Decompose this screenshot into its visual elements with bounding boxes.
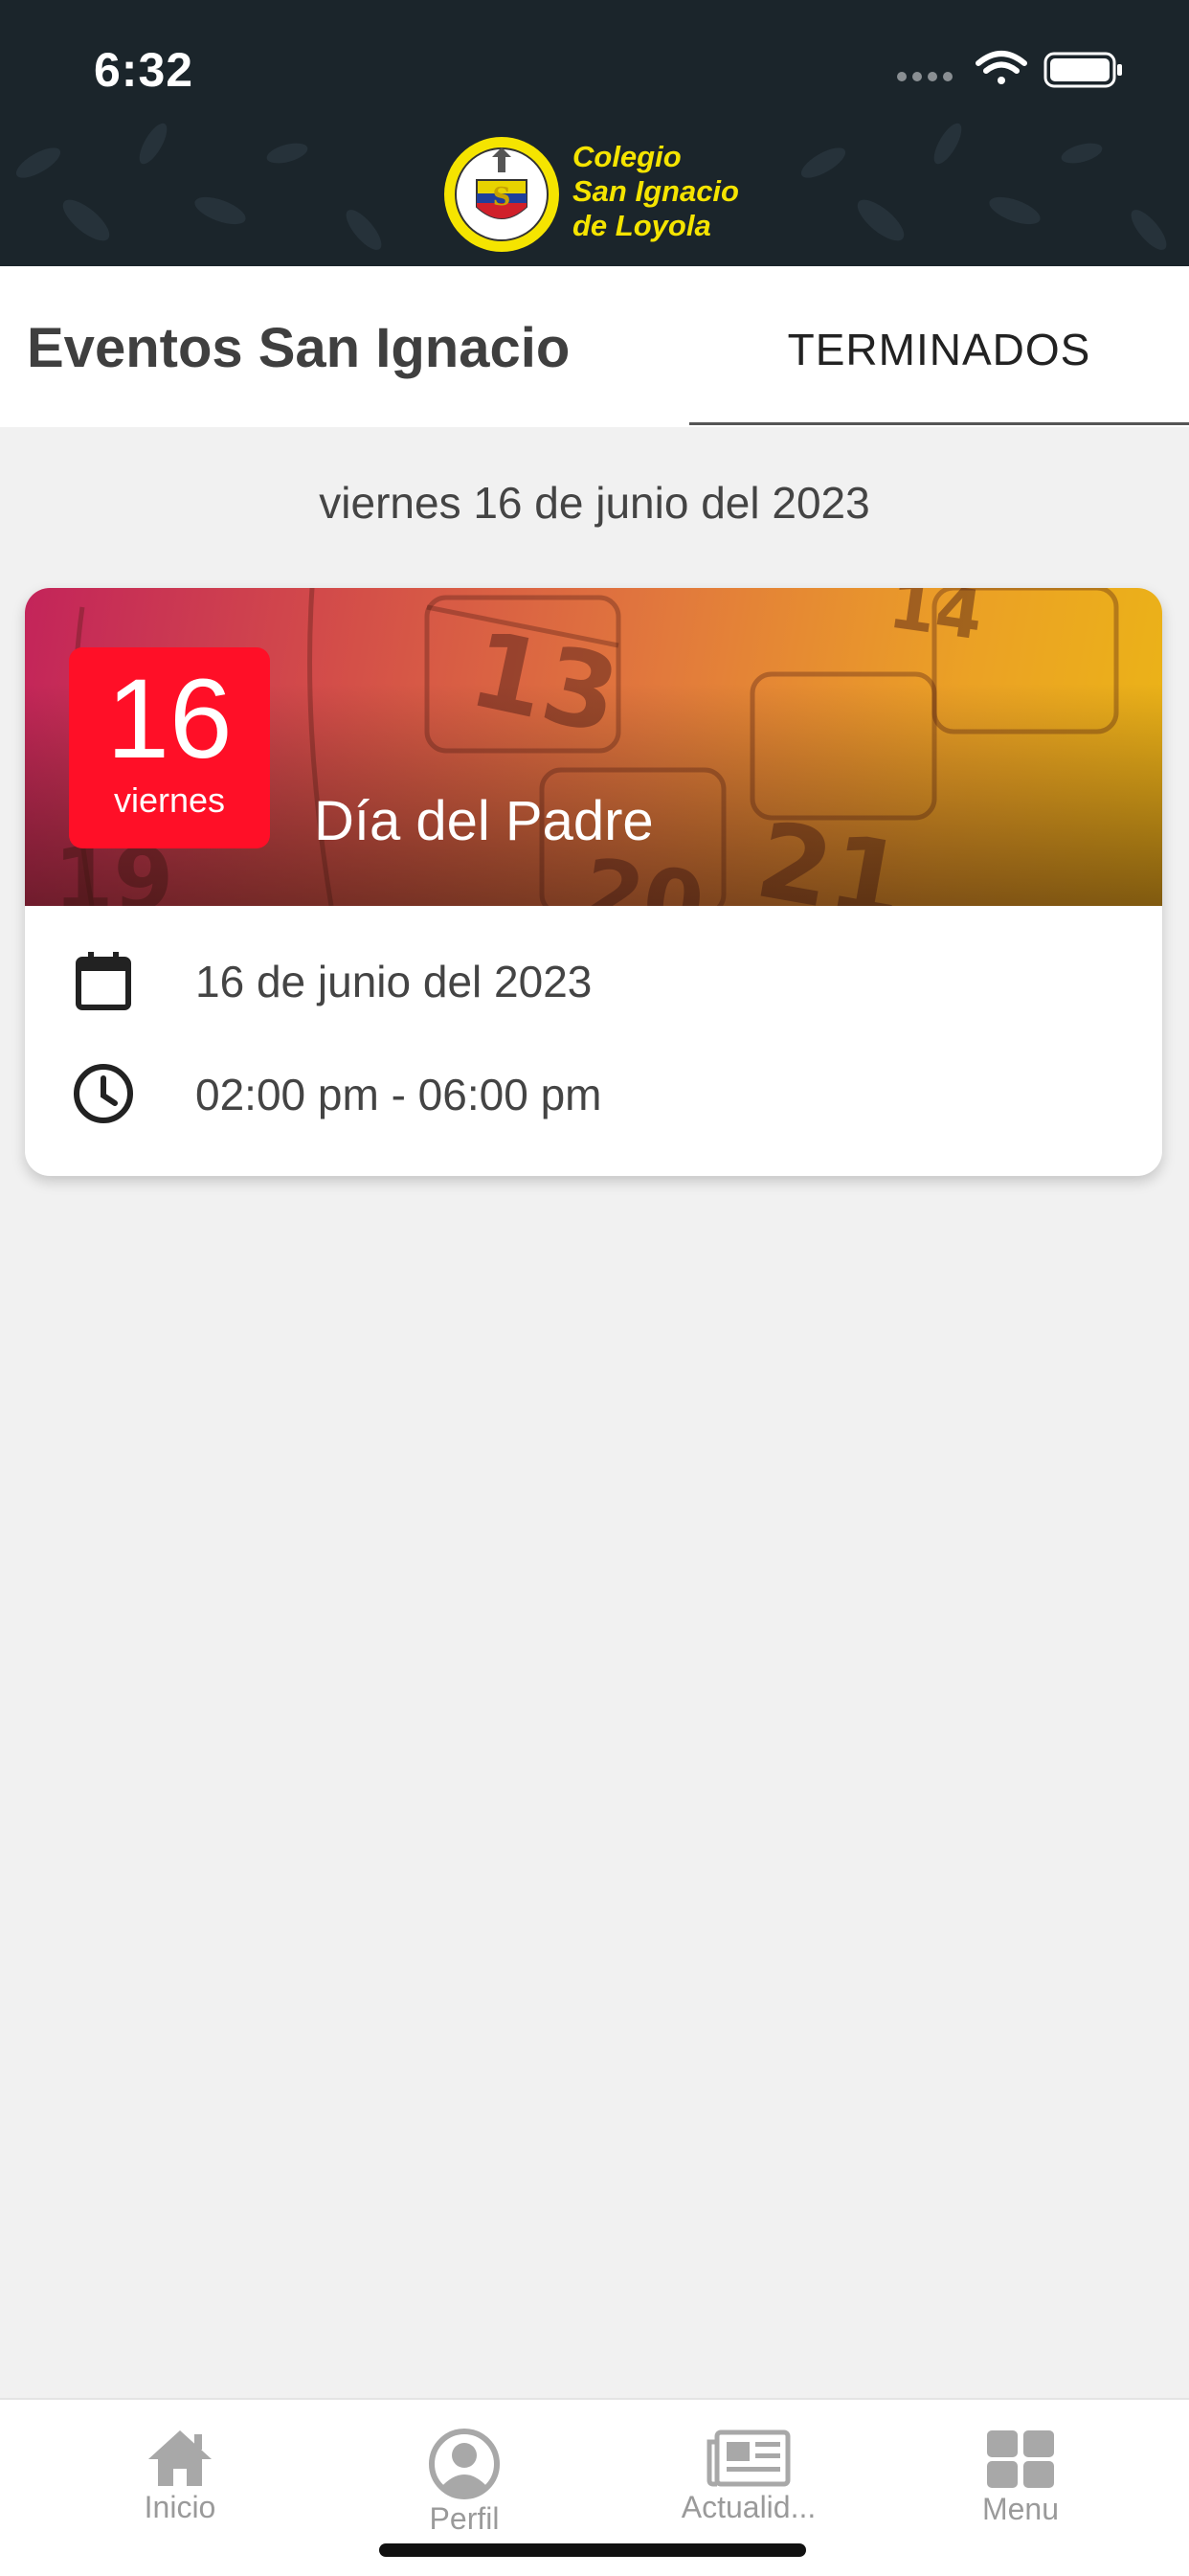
school-name-line-3: de Loyola	[572, 209, 711, 242]
school-crest-icon: S	[444, 137, 559, 252]
school-logo: S Colegio San Ignacio de Loyola	[442, 130, 758, 259]
nav-actualidad-label: Actualid...	[681, 2490, 817, 2524]
event-card[interactable]: 13 21 20 14 19 16 viernes Día del Padre …	[25, 588, 1162, 1176]
event-date-row: 16 de junio del 2023	[71, 940, 1124, 1017]
signal-dots-icon	[897, 72, 953, 81]
battery-icon	[1043, 52, 1122, 88]
nav-perfil-label: Perfil	[429, 2501, 500, 2536]
event-title: Día del Padre	[314, 790, 654, 852]
calendar-icon	[76, 952, 131, 1010]
school-name: Colegio San Ignacio de Loyola	[572, 140, 739, 243]
event-time-row: 02:00 pm - 06:00 pm	[71, 1053, 1124, 1130]
nav-inicio-label: Inicio	[144, 2490, 216, 2524]
nav-menu-label: Menu	[981, 2492, 1060, 2526]
date-section-heading: viernes 16 de junio del 2023	[319, 478, 870, 528]
newspaper-icon	[707, 2429, 791, 2487]
day-name: viernes	[113, 780, 226, 820]
svg-text:S: S	[493, 183, 511, 212]
page-title: Eventos San Ignacio	[27, 317, 571, 379]
app-header: 6:32 S Colegio San Ignacio de Loyola	[0, 0, 1189, 266]
event-time: 02:00 pm - 06:00 pm	[195, 1070, 602, 1119]
tab-terminados[interactable]: TERMINADOS	[689, 266, 1189, 425]
event-date: 16 de junio del 2023	[195, 957, 593, 1006]
status-bar-icons	[897, 51, 1122, 88]
home-icon	[148, 2430, 212, 2486]
nav-menu[interactable]: Menu	[896, 2429, 1145, 2553]
status-bar-time: 6:32	[94, 43, 194, 97]
wifi-icon	[976, 51, 1027, 84]
school-name-line-1: Colegio	[572, 140, 682, 173]
event-banner: 13 21 20 14 19 16 viernes Día del Padre	[25, 588, 1162, 906]
school-name-line-2: San Ignacio	[572, 174, 739, 208]
tab-bar: Eventos San Ignacio TERMINADOS	[0, 266, 1189, 427]
nav-inicio[interactable]: Inicio	[56, 2429, 304, 2553]
nav-actualidad[interactable]: Actualid...	[624, 2429, 873, 2553]
tab-terminados-label: TERMINADOS	[787, 325, 1091, 374]
day-number: 16	[106, 656, 233, 782]
grid-icon	[987, 2430, 1054, 2488]
profile-icon	[429, 2429, 500, 2499]
clock-icon	[74, 1064, 133, 1123]
home-indicator[interactable]	[379, 2543, 806, 2557]
day-badge: 16 viernes	[69, 647, 270, 848]
nav-perfil[interactable]: Perfil	[340, 2429, 589, 2553]
